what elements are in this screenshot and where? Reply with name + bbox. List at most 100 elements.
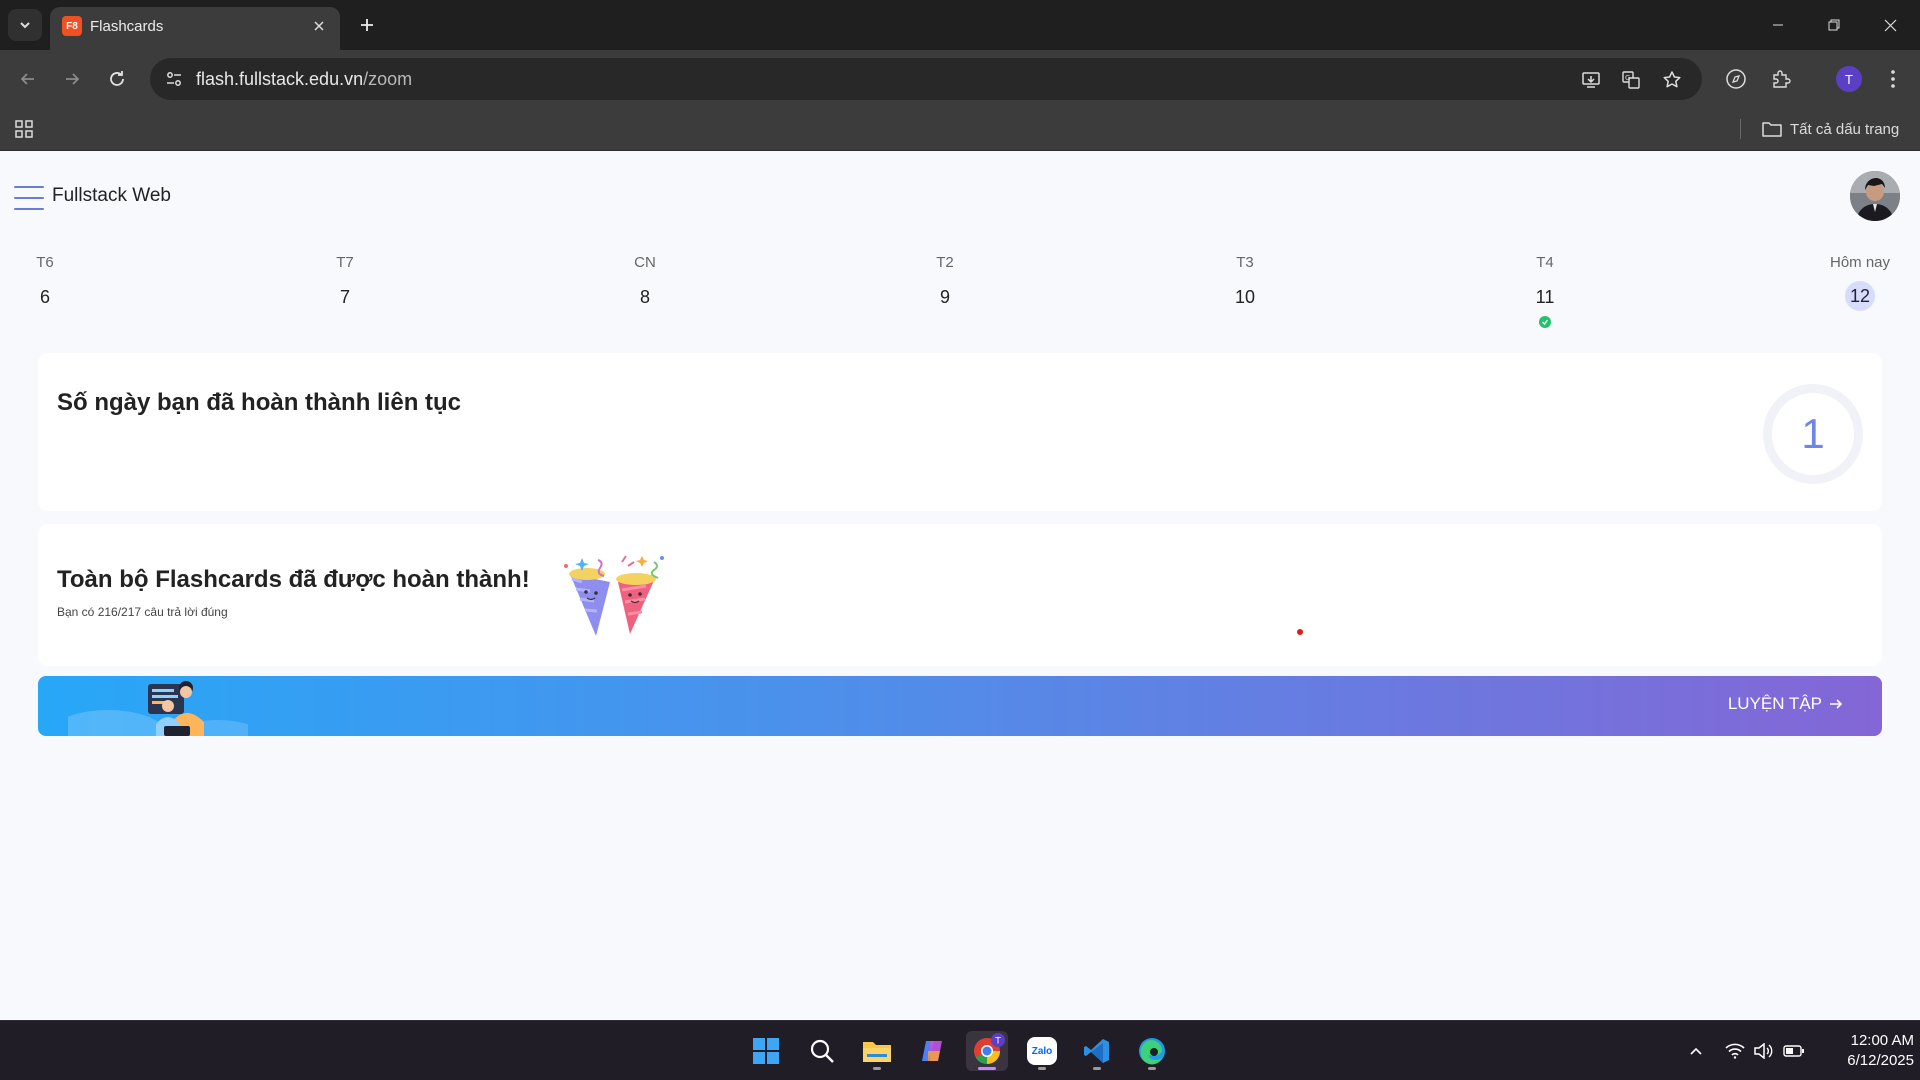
close-icon	[314, 21, 324, 31]
calendar-weekday: Hôm nay	[1829, 254, 1891, 271]
zalo-label: Zalo	[1031, 1045, 1053, 1057]
start-icon	[753, 1038, 779, 1064]
folder-icon	[1762, 122, 1782, 137]
show-hidden-icons-button[interactable]	[1684, 1039, 1708, 1063]
close-window-button[interactable]	[1862, 0, 1918, 50]
url-host: flash.fullstack.edu.vn	[196, 69, 364, 89]
completion-card: Toàn bộ Flashcards đã được hoàn thành! B…	[38, 524, 1882, 666]
close-icon	[1884, 19, 1896, 31]
tab-title: Flashcards	[90, 18, 164, 35]
svg-text:T: T	[994, 1037, 1001, 1047]
clock-date: 6/12/2025	[1847, 1052, 1914, 1069]
translate-button[interactable]: G	[1618, 67, 1644, 93]
search-icon	[810, 1039, 834, 1063]
browser-menu-button[interactable]	[1877, 63, 1909, 95]
star-icon	[1663, 71, 1681, 88]
extension-compass-button[interactable]	[1720, 63, 1752, 95]
calendar-day[interactable]: T7 7	[305, 254, 385, 308]
streak-card: Số ngày bạn đã hoàn thành liên tục 1	[38, 353, 1882, 511]
f8-favicon-icon: F8	[62, 16, 82, 36]
running-indicator	[1093, 1067, 1101, 1070]
reload-icon	[110, 71, 124, 86]
user-photo-icon	[1850, 171, 1900, 221]
wifi-button[interactable]	[1723, 1039, 1747, 1063]
calendar-day[interactable]: T4 11	[1505, 254, 1585, 328]
plus-icon	[361, 19, 373, 31]
user-avatar[interactable]	[1850, 171, 1900, 221]
bookmark-star-button[interactable]	[1659, 67, 1685, 93]
arrow-right-icon	[1830, 699, 1843, 709]
calendar-day[interactable]: CN 8	[605, 254, 685, 308]
calendar-day-today[interactable]: Hôm nay 12	[1820, 254, 1900, 311]
hamburger-line	[14, 186, 44, 188]
tab-search-button[interactable]	[8, 9, 42, 41]
volume-button[interactable]	[1751, 1039, 1775, 1063]
start-button[interactable]	[745, 1031, 787, 1071]
calendar-day[interactable]: T6 6	[5, 254, 85, 308]
party-popper-illustration	[564, 555, 664, 636]
grid-icon	[15, 120, 33, 138]
arrow-right-icon	[66, 73, 80, 85]
chevron-down-icon	[20, 22, 30, 29]
apps-button[interactable]	[12, 117, 36, 141]
running-indicator	[1148, 1067, 1156, 1070]
profile-badge-icon: T	[991, 1033, 1005, 1047]
completion-subtitle: Bạn có 216/217 câu trả lời đúng	[57, 605, 228, 619]
system-clock[interactable]: 12:00 AM 6/12/2025	[1814, 1031, 1914, 1071]
zalo-button[interactable]: Zalo	[1021, 1031, 1063, 1071]
calendar-date: 9	[939, 287, 950, 307]
new-tab-button[interactable]	[352, 10, 382, 40]
streak-counter: 1	[1763, 384, 1863, 484]
install-app-button[interactable]	[1578, 67, 1604, 93]
chrome-button[interactable]: T	[966, 1031, 1008, 1071]
wifi-icon	[1725, 1043, 1745, 1059]
back-button[interactable]	[12, 63, 44, 95]
edge-button[interactable]	[1131, 1031, 1173, 1071]
calendar-day[interactable]: T3 10	[1205, 254, 1285, 308]
all-bookmarks-label: Tất cả dấu trang	[1790, 120, 1900, 138]
minimize-button[interactable]	[1750, 0, 1806, 50]
brand-name: Fullstack Web	[52, 185, 171, 206]
calendar-weekday: T2	[936, 254, 954, 271]
streak-title: Số ngày bạn đã hoàn thành liên tục	[57, 389, 462, 416]
all-bookmarks-button[interactable]: Tất cả dấu trang	[1762, 115, 1899, 143]
practice-button[interactable]: LUYỆN TẬP	[1728, 694, 1844, 714]
site-info-button[interactable]	[162, 67, 186, 91]
vscode-button[interactable]	[1076, 1031, 1118, 1071]
calendar-date: 6	[39, 287, 50, 307]
tab-close-button[interactable]	[308, 15, 330, 37]
calendar-date: 7	[339, 287, 350, 307]
more-vertical-icon	[1891, 70, 1895, 88]
copilot-button[interactable]	[911, 1031, 953, 1071]
calendar-weekday: T6	[36, 254, 54, 271]
forward-button[interactable]	[56, 63, 88, 95]
restore-icon	[1828, 19, 1840, 31]
reload-button[interactable]	[101, 63, 133, 95]
restore-button[interactable]	[1806, 0, 1862, 50]
menu-toggle-button[interactable]	[14, 186, 44, 210]
calendar-date-today: 12	[1845, 281, 1875, 311]
calendar-weekday: T7	[336, 254, 354, 271]
practice-banner[interactable]: LUYỆN TẬP	[38, 676, 1882, 736]
battery-button[interactable]	[1782, 1039, 1806, 1063]
edge-icon	[1139, 1038, 1165, 1065]
windows-taskbar: T Zalo 12:00 AM 6/12/2025	[0, 1020, 1920, 1080]
tune-icon	[167, 72, 181, 86]
calendar-date: 11	[1535, 287, 1555, 307]
file-explorer-button[interactable]	[856, 1031, 898, 1071]
extensions-button[interactable]	[1765, 63, 1797, 95]
profile-avatar-button[interactable]: T	[1836, 66, 1862, 92]
taskbar-search-button[interactable]	[801, 1031, 843, 1071]
web-page: Fullstack Web T6 6 T7 7 CN 8 T2 9 T3 10 …	[0, 151, 1920, 1020]
battery-icon	[1783, 1045, 1804, 1057]
bookmarks-bar: Tất cả dấu trang	[0, 107, 1920, 151]
browser-tab[interactable]: F8 Flashcards	[50, 7, 340, 50]
calendar-day[interactable]: T2 9	[905, 254, 985, 308]
calendar-weekday: T4	[1536, 254, 1554, 271]
address-bar[interactable]: flash.fullstack.edu.vn/zoom G	[150, 58, 1702, 100]
calendar-date: 8	[639, 287, 650, 307]
compass-icon	[1726, 69, 1746, 89]
install-icon	[1582, 72, 1600, 88]
arrow-left-icon	[20, 73, 34, 85]
zalo-icon: Zalo	[1027, 1037, 1057, 1065]
